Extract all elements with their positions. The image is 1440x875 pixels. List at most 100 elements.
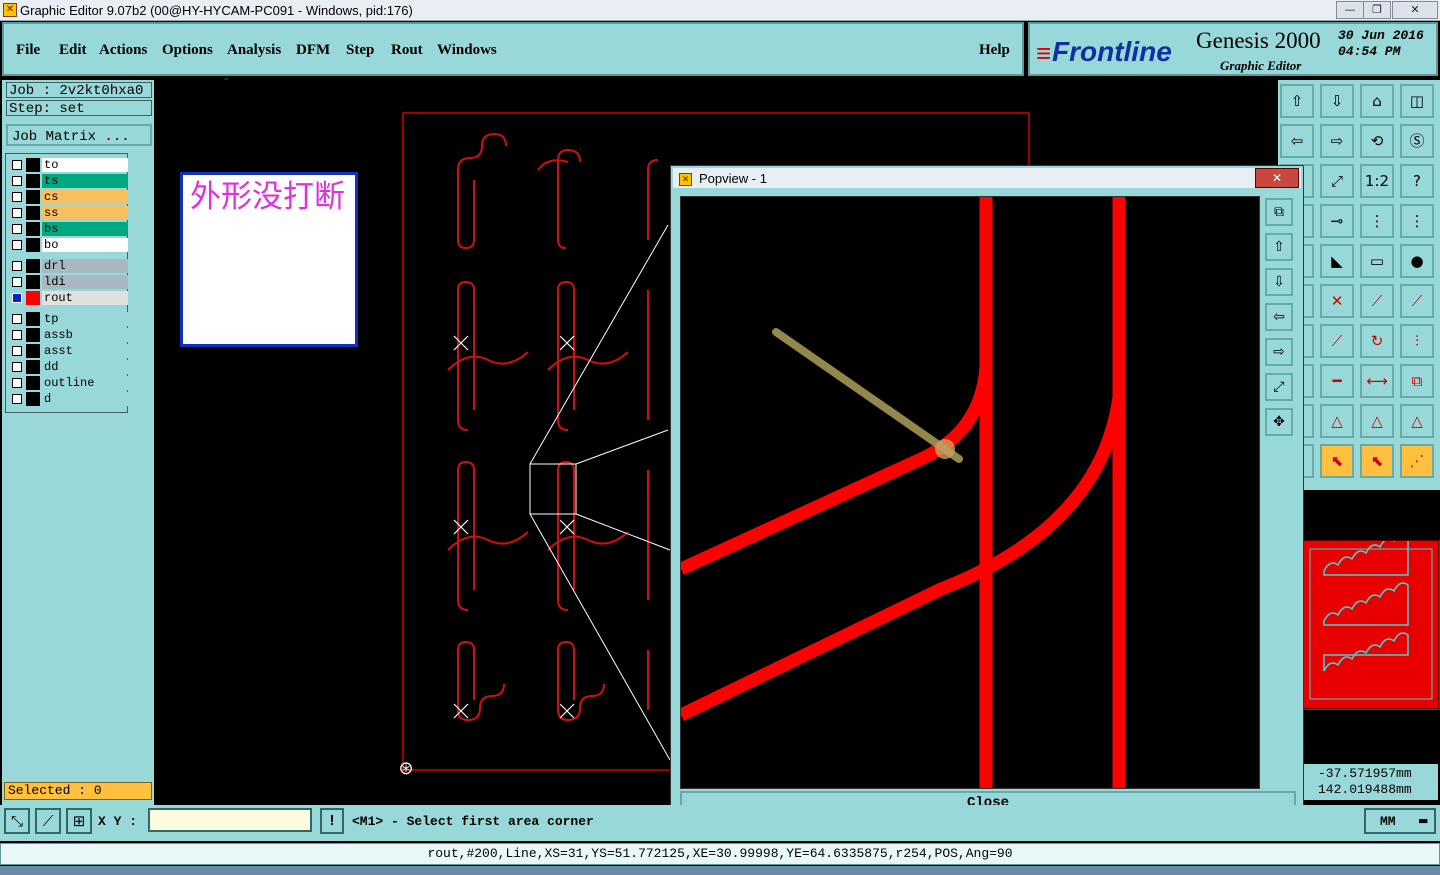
pan-left-icon[interactable]: ⇦ — [1280, 124, 1314, 158]
rotate-icon[interactable]: ↻ — [1360, 324, 1394, 358]
layers-icon[interactable]: ⋮ — [1360, 204, 1394, 238]
line-tool-icon[interactable]: ⊸ — [1320, 204, 1354, 238]
layer-checkbox[interactable] — [12, 160, 22, 170]
fit-icon[interactable]: ⤢ — [1320, 164, 1354, 198]
pv-fit-icon[interactable]: ⤢ — [1265, 373, 1293, 401]
layer-name[interactable]: assb — [42, 328, 128, 342]
undo-view-icon[interactable]: ⟲ — [1360, 124, 1394, 158]
job-matrix-button[interactable]: Job Matrix ... — [6, 124, 152, 146]
pv-zoom-window-icon[interactable]: ⧉ — [1265, 198, 1293, 226]
layer-row-asst[interactable]: asst — [8, 344, 128, 358]
layer-row-bs[interactable]: bs — [8, 222, 128, 236]
home-icon[interactable]: ⌂ — [1360, 84, 1394, 118]
menu-actions[interactable]: Actions — [99, 42, 147, 59]
align-icon[interactable]: ⫶ — [1400, 324, 1434, 358]
layer-name[interactable]: ss — [42, 206, 128, 220]
polygon-blue-icon[interactable]: △ — [1400, 404, 1434, 438]
layer-row-to[interactable]: to — [8, 158, 128, 172]
layer-name[interactable]: outline — [42, 376, 128, 390]
layer-row-ldi[interactable]: ldi — [8, 275, 128, 289]
layers-alt-icon[interactable]: ⋮ — [1400, 204, 1434, 238]
layer-row-bo[interactable]: bo — [8, 238, 128, 252]
polygon-icon[interactable]: △ — [1320, 404, 1354, 438]
window-icon[interactable]: ◫ — [1400, 84, 1434, 118]
menu-windows[interactable]: Windows — [437, 42, 497, 59]
xy-input[interactable] — [148, 808, 312, 832]
maximize-button[interactable]: ❐ — [1363, 1, 1391, 19]
layer-name[interactable]: to — [42, 158, 128, 172]
layer-name[interactable]: drl — [42, 259, 128, 273]
layer-name[interactable]: bo — [42, 238, 128, 252]
layer-row-rout[interactable]: rout — [8, 291, 128, 305]
pan-down-icon[interactable]: ⇩ — [1320, 84, 1354, 118]
layer-checkbox[interactable] — [12, 224, 22, 234]
bar-icon[interactable]: ━ — [1320, 364, 1354, 398]
snap-icon[interactable]: Ⓢ — [1400, 124, 1434, 158]
select-alt-icon[interactable]: ⬉ — [1360, 444, 1394, 478]
layer-name[interactable]: bs — [42, 222, 128, 236]
pan-right-icon[interactable]: ⇨ — [1320, 124, 1354, 158]
layer-name[interactable]: cs — [42, 190, 128, 204]
group-icon[interactable]: ⧉ — [1400, 364, 1434, 398]
pan-up-icon[interactable]: ⇧ — [1280, 84, 1314, 118]
pv-pan-up-icon[interactable]: ⇧ — [1265, 233, 1293, 261]
layer-checkbox[interactable] — [12, 208, 22, 218]
layer-name[interactable]: asst — [42, 344, 128, 358]
pv-move-icon[interactable]: ✥ — [1265, 408, 1293, 436]
menu-analysis[interactable]: Analysis — [227, 42, 281, 59]
layer-checkbox[interactable] — [12, 362, 22, 372]
zoom-area-icon[interactable]: ⤡ — [4, 808, 30, 834]
menu-rout[interactable]: Rout — [391, 42, 423, 59]
layer-name[interactable]: dd — [42, 360, 128, 374]
triangle-icon[interactable]: ◣ — [1320, 244, 1354, 278]
layer-checkbox[interactable] — [12, 378, 22, 388]
layer-row-dd[interactable]: dd — [8, 360, 128, 374]
pv-pan-right-icon[interactable]: ⇨ — [1265, 338, 1293, 366]
layer-row-d[interactable]: d — [8, 392, 128, 406]
layer-checkbox[interactable] — [12, 192, 22, 202]
ruler-icon[interactable]: ▭ — [1360, 244, 1394, 278]
close-window-button[interactable]: ✕ — [1392, 1, 1438, 19]
line-blue-icon[interactable]: ⟋ — [1400, 284, 1434, 318]
layer-name[interactable]: rout — [42, 291, 128, 305]
menu-dfm[interactable]: DFM — [296, 42, 330, 59]
layer-checkbox[interactable] — [12, 346, 22, 356]
layer-row-drl[interactable]: drl — [8, 259, 128, 273]
alert-icon[interactable]: ! — [320, 808, 344, 834]
unit-select[interactable]: MM ▬ — [1364, 808, 1436, 834]
scale-icon[interactable]: 1:2 — [1360, 164, 1394, 198]
draw-line-icon[interactable]: ⟋ — [1320, 324, 1354, 358]
layer-name[interactable]: ts — [42, 174, 128, 188]
pv-pan-left-icon[interactable]: ⇦ — [1265, 303, 1293, 331]
pv-pan-down-icon[interactable]: ⇩ — [1265, 268, 1293, 296]
menu-file[interactable]: File — [16, 42, 40, 59]
select-icon[interactable]: ⬉ — [1320, 444, 1354, 478]
layer-checkbox[interactable] — [12, 176, 22, 186]
layer-name[interactable]: d — [42, 392, 128, 406]
delete-icon[interactable]: ✕ — [1320, 284, 1354, 318]
layer-checkbox[interactable] — [12, 394, 22, 404]
layer-row-cs[interactable]: cs — [8, 190, 128, 204]
minimize-button[interactable]: — — [1336, 1, 1364, 19]
layer-name[interactable]: tp — [42, 312, 128, 326]
layer-row-ss[interactable]: ss — [8, 206, 128, 220]
help-icon[interactable]: ? — [1400, 164, 1434, 198]
grid-snap-icon[interactable]: ⊞ — [66, 808, 92, 834]
layer-checkbox[interactable] — [12, 293, 22, 303]
line-red-icon[interactable]: ⟋ — [1360, 284, 1394, 318]
layer-checkbox[interactable] — [12, 314, 22, 324]
layer-row-outline[interactable]: outline — [8, 376, 128, 390]
polygon-red-icon[interactable]: △ — [1360, 404, 1394, 438]
layer-checkbox[interactable] — [12, 240, 22, 250]
layer-checkbox[interactable] — [12, 330, 22, 340]
menu-help[interactable]: Help — [979, 42, 1010, 59]
dot-icon[interactable]: ● — [1400, 244, 1434, 278]
layer-row-assb[interactable]: assb — [8, 328, 128, 342]
menu-step[interactable]: Step — [346, 42, 374, 59]
layer-row-ts[interactable]: ts — [8, 174, 128, 188]
menu-options[interactable]: Options — [162, 42, 213, 59]
span-icon[interactable]: ⟷ — [1360, 364, 1394, 398]
measure-icon[interactable]: ⟋ — [35, 808, 61, 834]
layer-row-tp[interactable]: tp — [8, 312, 128, 326]
layer-checkbox[interactable] — [12, 261, 22, 271]
